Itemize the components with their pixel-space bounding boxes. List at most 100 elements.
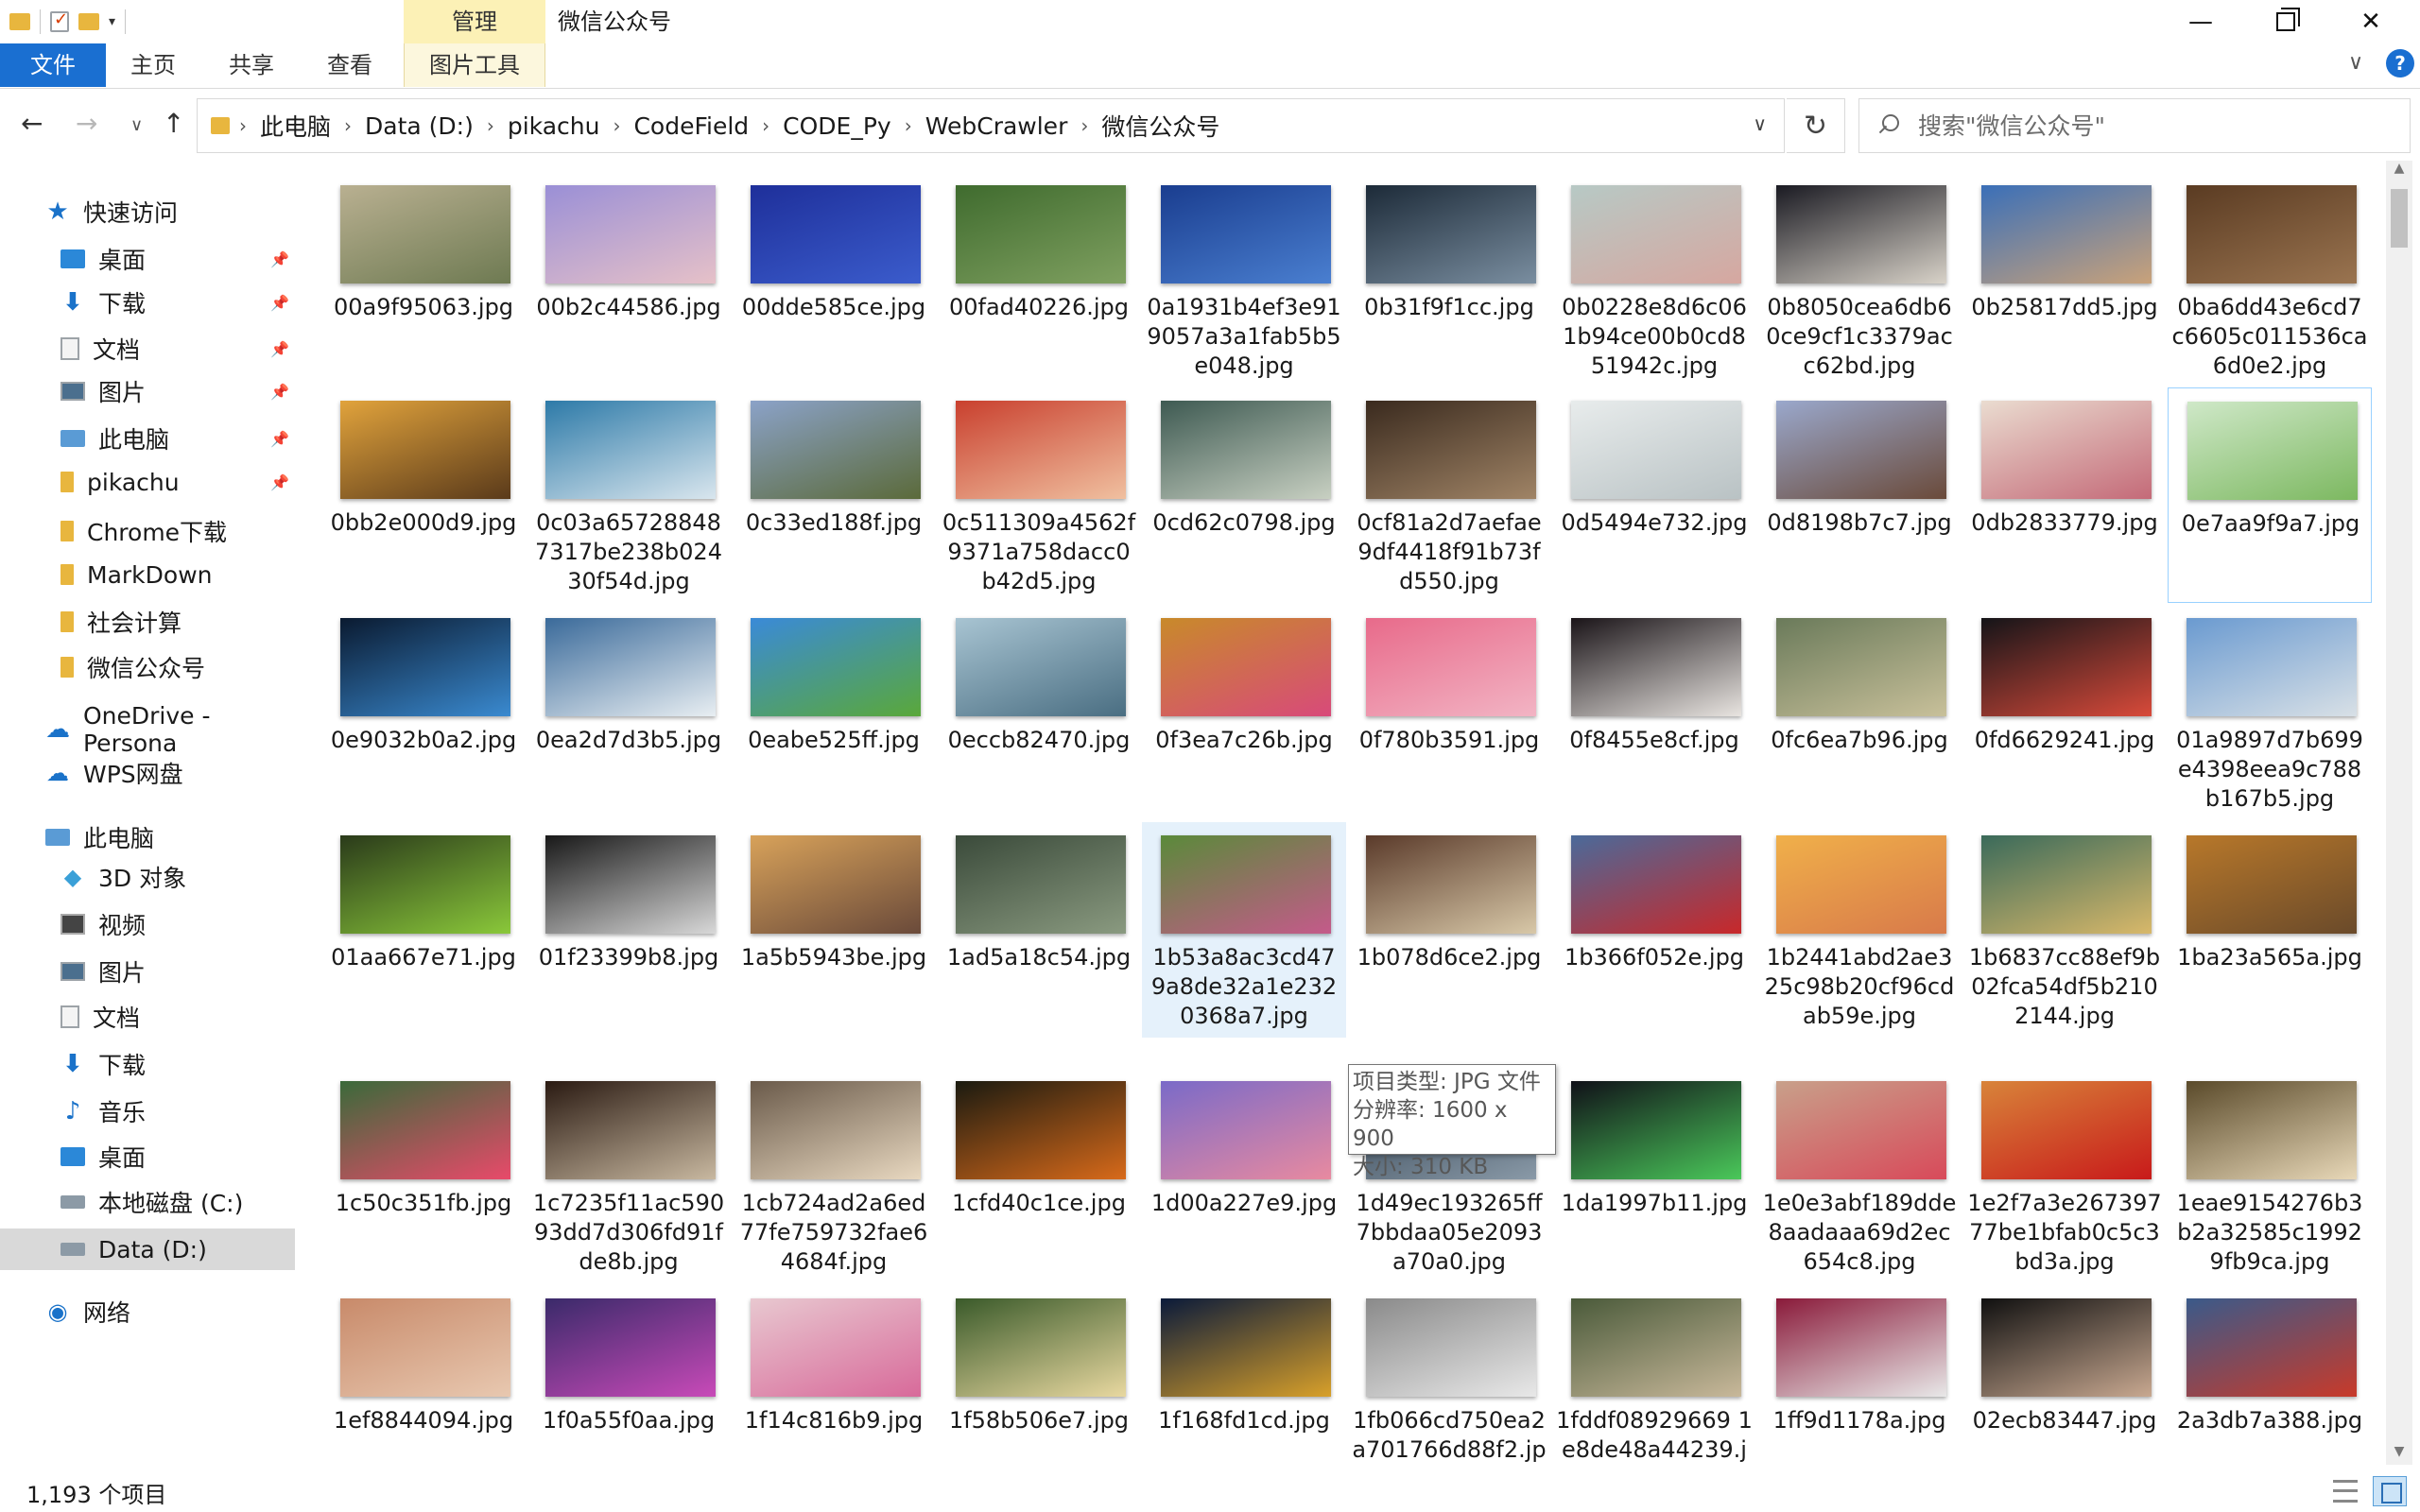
- breadcrumb-separator-icon[interactable]: ›: [762, 114, 769, 137]
- sidebar-item[interactable]: ☁ WPS网盘: [0, 752, 295, 794]
- breadcrumb-separator-icon[interactable]: ›: [613, 114, 620, 137]
- refresh-button[interactable]: ↻: [1787, 98, 1845, 153]
- up-button[interactable]: ↑: [163, 108, 184, 139]
- tab-share[interactable]: 共享: [229, 43, 274, 87]
- file-item[interactable]: 0cf81a2d7aefae9df4418f91b73fd550.jpg: [1347, 387, 1551, 603]
- file-item[interactable]: 0bb2e000d9.jpg: [321, 387, 526, 603]
- file-item[interactable]: 0eabe525ff.jpg: [732, 605, 936, 820]
- file-item[interactable]: 1f14c816b9.jpg: [732, 1285, 936, 1465]
- breadcrumb-this-pc[interactable]: 此电脑: [260, 109, 331, 143]
- sidebar-item[interactable]: ◉ 网络: [0, 1291, 295, 1332]
- file-item[interactable]: 0b0228e8d6c061b94ce00b0cd851942c.jpg: [1552, 172, 1756, 387]
- breadcrumb-code-py[interactable]: CODE_Py: [783, 112, 891, 140]
- file-item[interactable]: 0fc6ea7b96.jpg: [1757, 605, 1962, 820]
- file-item[interactable]: 1e0e3abf189dde8aadaaa69d2ec654c8.jpg: [1757, 1068, 1962, 1283]
- file-item[interactable]: 1a5b5943be.jpg: [732, 822, 936, 1038]
- breadcrumb-pikachu[interactable]: pikachu: [508, 112, 600, 140]
- file-item[interactable]: 0db2833779.jpg: [1962, 387, 2167, 603]
- file-item[interactable]: 01f23399b8.jpg: [527, 822, 731, 1038]
- file-item[interactable]: 1ff9d1178a.jpg: [1757, 1285, 1962, 1465]
- file-item[interactable]: 1ef8844094.jpg: [321, 1285, 526, 1465]
- file-item[interactable]: 00fad40226.jpg: [937, 172, 1141, 387]
- file-item[interactable]: 0c33ed188f.jpg: [732, 387, 936, 603]
- tab-view[interactable]: 查看: [327, 43, 372, 87]
- sidebar-item[interactable]: 社会计算: [0, 601, 295, 643]
- file-item[interactable]: 1fb066cd750ea2a701766d88f2.jpg: [1347, 1285, 1551, 1465]
- breadcrumb-webcrawler[interactable]: WebCrawler: [925, 112, 1068, 140]
- file-item[interactable]: 0b8050cea6db60ce9cf1c3379acc62bd.jpg: [1757, 172, 1962, 387]
- file-item[interactable]: 0cd62c0798.jpg: [1142, 387, 1346, 603]
- breadcrumb-separator-icon[interactable]: ›: [1080, 114, 1088, 137]
- file-item[interactable]: 1da1997b11.jpg: [1552, 1068, 1756, 1283]
- sidebar-item[interactable]: 本地磁盘 (C:): [0, 1181, 295, 1223]
- file-item[interactable]: 1b078d6ce2.jpg: [1347, 822, 1551, 1038]
- file-item[interactable]: 1b53a8ac3cd479a8de32a1e2320368a7.jpg: [1142, 822, 1346, 1038]
- address-bar[interactable]: › 此电脑 › Data (D:) › pikachu › CodeField …: [197, 98, 1785, 153]
- file-item[interactable]: 0f8455e8cf.jpg: [1552, 605, 1756, 820]
- pin-icon[interactable]: 📌: [270, 340, 289, 358]
- recent-locations-button[interactable]: ∨: [130, 115, 143, 135]
- scroll-up-icon[interactable]: ▲: [2386, 161, 2412, 181]
- sidebar-item[interactable]: Data (D:): [0, 1228, 295, 1270]
- file-item[interactable]: 0c03a657288487317be238b02430f54d.jpg: [527, 387, 731, 603]
- sidebar-item[interactable]: ⬇ 下载: [0, 1043, 295, 1085]
- sidebar-item[interactable]: 桌面 📌: [0, 238, 295, 280]
- file-item[interactable]: 0f780b3591.jpg: [1347, 605, 1551, 820]
- qat-dropdown-icon[interactable]: ▾: [109, 14, 115, 29]
- file-item[interactable]: 1cfd40c1ce.jpg: [937, 1068, 1141, 1283]
- file-item[interactable]: 00a9f95063.jpg: [321, 172, 526, 387]
- sidebar-item[interactable]: 此电脑: [0, 816, 295, 858]
- file-item[interactable]: 1eae9154276b3b2a32585c19929fb9ca.jpg: [2168, 1068, 2372, 1283]
- file-item[interactable]: 1c7235f11ac59093dd7d306fd91fde8b.jpg: [527, 1068, 731, 1283]
- file-item[interactable]: 2a3db7a388.jpg: [2168, 1285, 2372, 1465]
- back-button[interactable]: ←: [21, 108, 43, 139]
- file-item[interactable]: 0e7aa9f9a7.jpg: [2168, 387, 2372, 603]
- sidebar-item[interactable]: ♪ 音乐: [0, 1091, 295, 1132]
- sidebar-item[interactable]: pikachu 📌: [0, 461, 295, 503]
- file-item[interactable]: 0c511309a4562f9371a758dacc0b42d5.jpg: [937, 387, 1141, 603]
- file-item[interactable]: 1cb724ad2a6ed77fe759732fae64684f.jpg: [732, 1068, 936, 1283]
- manage-context-tab[interactable]: 管理: [404, 0, 545, 43]
- file-item[interactable]: 00dde585ce.jpg: [732, 172, 936, 387]
- file-item[interactable]: 0a1931b4ef3e919057a3a1fab5b5e048.jpg: [1142, 172, 1346, 387]
- help-icon[interactable]: ?: [2386, 49, 2414, 77]
- maximize-button[interactable]: [2242, 0, 2329, 43]
- breadcrumb-codefield[interactable]: CodeField: [633, 112, 749, 140]
- properties-icon[interactable]: [50, 9, 69, 32]
- sidebar-item[interactable]: ◆ 3D 对象: [0, 856, 295, 898]
- pin-icon[interactable]: 📌: [270, 250, 289, 268]
- sidebar-item[interactable]: Chrome下载: [0, 510, 295, 552]
- sidebar-item[interactable]: MarkDown: [0, 554, 295, 595]
- file-item[interactable]: 0e9032b0a2.jpg: [321, 605, 526, 820]
- search-input[interactable]: [1918, 112, 2372, 140]
- pin-icon[interactable]: 📌: [270, 473, 289, 491]
- file-item[interactable]: 1f58b506e7.jpg: [937, 1285, 1141, 1465]
- close-button[interactable]: ✕: [2327, 0, 2414, 43]
- tab-home[interactable]: 主页: [130, 43, 176, 87]
- breadcrumb-separator-icon[interactable]: ›: [239, 114, 247, 137]
- expand-ribbon-icon[interactable]: ∨: [2348, 51, 2363, 75]
- tab-file[interactable]: 文件: [0, 43, 106, 87]
- new-folder-icon[interactable]: [78, 13, 99, 30]
- file-item[interactable]: 1e2f7a3e26739777be1bfab0c5c3bd3a.jpg: [1962, 1068, 2167, 1283]
- file-item[interactable]: 01aa667e71.jpg: [321, 822, 526, 1038]
- scrollbar-thumb[interactable]: [2391, 189, 2408, 248]
- file-item[interactable]: 1ba23a565a.jpg: [2168, 822, 2372, 1038]
- sidebar-item[interactable]: ★ 快速访问: [0, 191, 295, 232]
- breadcrumb-current-folder[interactable]: 微信公众号: [1101, 109, 1219, 143]
- file-item[interactable]: 02ecb83447.jpg: [1962, 1285, 2167, 1465]
- pin-icon[interactable]: 📌: [270, 430, 289, 448]
- sidebar-item[interactable]: 微信公众号: [0, 646, 295, 688]
- vertical-scrollbar[interactable]: ▲ ▼: [2386, 161, 2412, 1465]
- sidebar-item[interactable]: 视频: [0, 903, 295, 945]
- pin-icon[interactable]: 📌: [270, 383, 289, 401]
- file-item[interactable]: 1ad5a18c54.jpg: [937, 822, 1141, 1038]
- file-item[interactable]: 0d5494e732.jpg: [1552, 387, 1756, 603]
- file-item[interactable]: 1c50c351fb.jpg: [321, 1068, 526, 1283]
- sidebar-item[interactable]: 此电脑 📌: [0, 418, 295, 459]
- details-view-icon[interactable]: [2333, 1480, 2358, 1503]
- file-item[interactable]: 01a9897d7b699e4398eea9c788b167b5.jpg: [2168, 605, 2372, 820]
- file-item[interactable]: 1b2441abd2ae325c98b20cf96cdab59e.jpg: [1757, 822, 1962, 1038]
- file-item[interactable]: 00b2c44586.jpg: [527, 172, 731, 387]
- sidebar-item[interactable]: 文档 📌: [0, 328, 295, 369]
